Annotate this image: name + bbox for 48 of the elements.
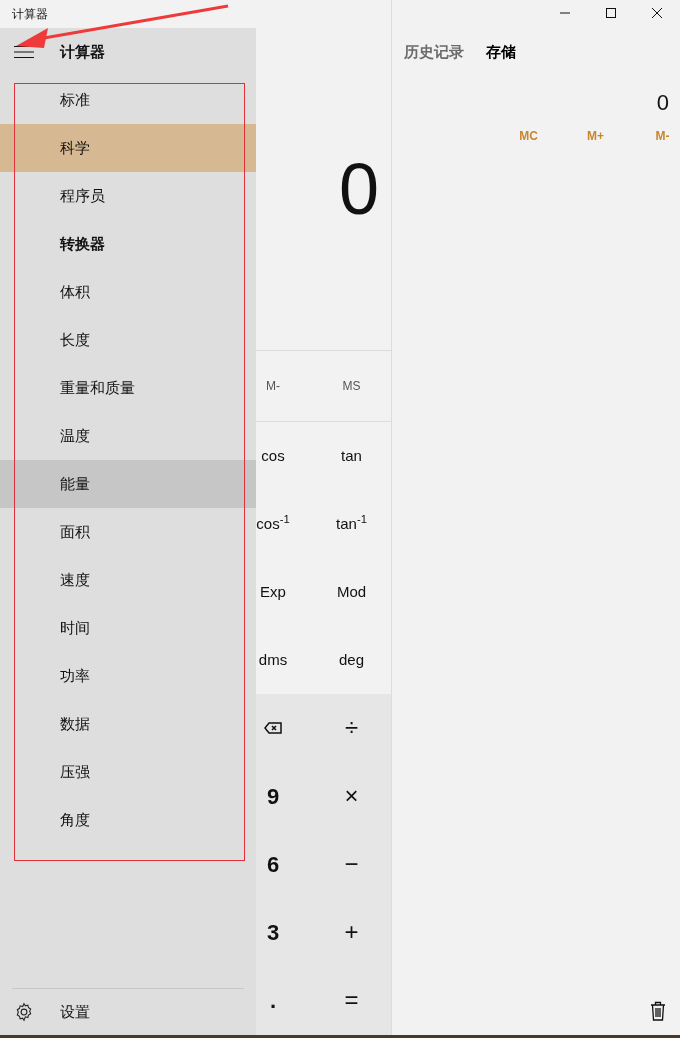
function-key[interactable]: tan$^{-1}$: [312, 490, 391, 558]
drawer-title: 计算器: [60, 41, 105, 62]
function-key[interactable]: cos$^{-1}$: [256, 490, 312, 558]
backspace-icon[interactable]: [264, 722, 282, 734]
panel-tab[interactable]: 历史记录: [404, 40, 464, 64]
section-header: 转换器: [60, 233, 105, 254]
memory-key[interactable]: MS: [312, 351, 391, 421]
function-key[interactable]: cos: [256, 422, 312, 490]
nav-item[interactable]: 程序员: [0, 172, 256, 220]
memory-value: 0: [656, 89, 669, 116]
function-key[interactable]: tan: [312, 422, 391, 490]
maximize-icon: [605, 7, 617, 19]
nav-item[interactable]: 时间: [0, 604, 256, 652]
settings-item[interactable]: 设置: [0, 989, 256, 1035]
nav-item[interactable]: 温度: [0, 412, 256, 460]
panel-tab[interactable]: 存储: [486, 40, 516, 64]
operator-key[interactable]: ×: [312, 762, 391, 830]
nav-item[interactable]: 科学: [0, 124, 256, 172]
function-key[interactable]: dms: [256, 626, 312, 694]
digit-key[interactable]: 6: [256, 830, 312, 898]
operator-key[interactable]: ÷: [312, 694, 391, 762]
nav-item[interactable]: 标准: [0, 76, 256, 124]
nav-item[interactable]: 面积: [0, 508, 256, 556]
operator-key[interactable]: =: [312, 966, 391, 1034]
nav-item[interactable]: 功率: [0, 652, 256, 700]
nav-item[interactable]: 能量: [0, 460, 256, 508]
nav-item[interactable]: 数据: [0, 700, 256, 748]
delete-button[interactable]: [648, 999, 668, 1023]
function-key[interactable]: Mod: [312, 558, 391, 626]
nav-item[interactable]: 压强: [0, 748, 256, 796]
nav-item[interactable]: 速度: [0, 556, 256, 604]
digit-key[interactable]: 9: [256, 762, 312, 830]
digit-key[interactable]: .: [256, 966, 312, 1034]
result-display: 0: [338, 153, 379, 225]
memory-key[interactable]: M-: [256, 351, 312, 421]
operator-key[interactable]: +: [312, 898, 391, 966]
function-key[interactable]: Exp: [256, 558, 312, 626]
nav-item[interactable]: 长度: [0, 316, 256, 364]
nav-item[interactable]: 角度: [0, 796, 256, 844]
close-icon: [651, 7, 663, 19]
digit-key[interactable]: 3: [256, 898, 312, 966]
function-key[interactable]: deg: [312, 626, 391, 694]
trash-icon: [650, 1001, 666, 1021]
settings-icon: [14, 1002, 34, 1022]
nav-item[interactable]: 体积: [0, 268, 256, 316]
nav-item[interactable]: 重量和质量: [0, 364, 256, 412]
operator-key[interactable]: −: [312, 830, 391, 898]
window-title: 计算器: [12, 6, 48, 23]
